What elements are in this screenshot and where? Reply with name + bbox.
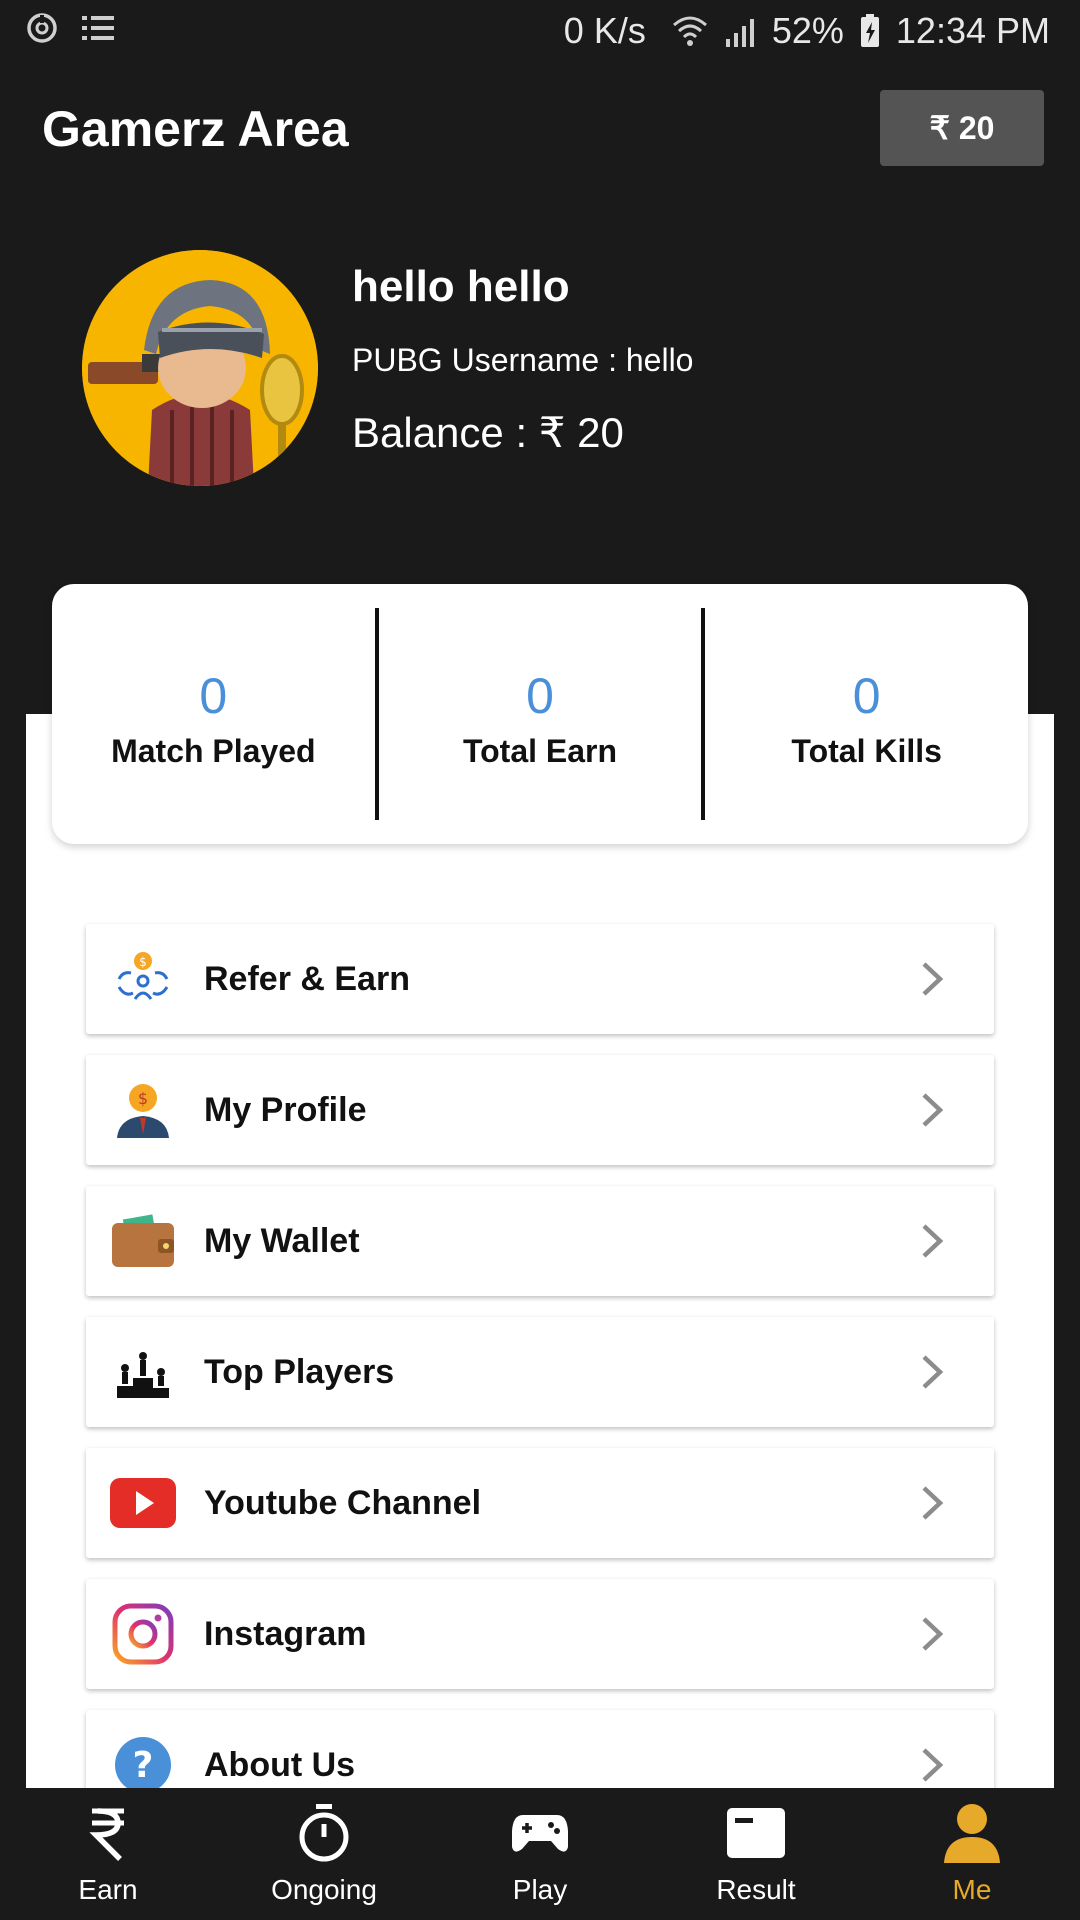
app-title: Gamerz Area (42, 101, 349, 157)
nav-label: Me (952, 1874, 992, 1905)
net-speed: 0 K/s (563, 10, 646, 51)
chevron-right-icon (922, 1355, 944, 1389)
gamepad-icon (509, 1802, 571, 1864)
menu-label: Top Players (204, 1353, 395, 1391)
signal-icon (725, 19, 754, 47)
nav-me[interactable]: Me (864, 1788, 1080, 1920)
stat-value: 0 (199, 667, 228, 724)
nav-label: Result (716, 1874, 796, 1905)
chevron-right-icon (922, 1617, 944, 1651)
list-icon (82, 16, 114, 40)
stat-label: Total Earn (462, 732, 618, 769)
menu-item-youtube[interactable]: Youtube Channel (86, 1448, 994, 1558)
stat-match-played: 0 Match Played (52, 584, 375, 844)
person-icon (941, 1802, 1003, 1864)
menu-item-my-profile[interactable]: $ My Profile (86, 1055, 994, 1165)
nav-ongoing[interactable]: Ongoing (216, 1788, 432, 1920)
menu-label: Youtube Channel (204, 1484, 482, 1522)
menu-label: Refer & Earn (204, 960, 410, 998)
wifi-icon (672, 16, 707, 46)
profile-name: hello hello (352, 262, 570, 311)
screen: 0 K/s 52% 12:34 PM Gamerz Area ₹ 20 hell… (0, 0, 1080, 1920)
nav-label: Play (512, 1874, 568, 1905)
menu-item-refer-earn[interactable]: $ Refer & Earn (86, 924, 994, 1034)
menu-item-instagram[interactable]: Instagram (86, 1579, 994, 1689)
stat-total-earn: 0 Total Earn (379, 584, 702, 844)
menu-item-top-players[interactable]: Top Players (86, 1317, 994, 1427)
youtube-icon (110, 1470, 176, 1536)
status-left (24, 10, 116, 46)
clock: 12:34 PM (895, 10, 1050, 51)
sync-icon (27, 13, 57, 43)
podium-icon (110, 1339, 176, 1405)
chevron-right-icon (922, 1224, 944, 1258)
svg-text:$: $ (138, 1089, 148, 1108)
chevron-right-icon (922, 1486, 944, 1520)
menu-label: My Wallet (204, 1222, 360, 1260)
nav-label: Ongoing (271, 1874, 377, 1905)
stat-value: 0 (852, 667, 881, 724)
stat-total-kills: 0 Total Kills (705, 584, 1028, 844)
rupee-icon (77, 1802, 139, 1864)
pubg-username: PUBG Username : hello (352, 342, 694, 378)
svg-text:?: ? (133, 1745, 154, 1786)
nav-label: Earn (78, 1874, 138, 1905)
status-bar: 0 K/s 52% 12:34 PM (0, 0, 1080, 64)
nav-earn[interactable]: Earn (0, 1788, 216, 1920)
wallet-icon (110, 1208, 176, 1274)
stopwatch-icon (293, 1802, 355, 1864)
battery-charging-icon (860, 14, 879, 47)
stat-label: Match Played (111, 732, 316, 769)
svg-text:$: $ (139, 955, 147, 969)
chevron-right-icon (922, 1093, 944, 1127)
stat-value: 0 (526, 667, 554, 724)
chevron-right-icon (922, 962, 944, 996)
pubg-character-avatar-icon (82, 250, 318, 486)
bottom-nav: Earn Ongoing Play Result Me (0, 1788, 1080, 1920)
profile-icon: $ (110, 1077, 176, 1143)
menu-item-my-wallet[interactable]: My Wallet (86, 1186, 994, 1296)
menu-label: Instagram (204, 1615, 367, 1653)
menu-label: My Profile (204, 1091, 367, 1129)
nav-play[interactable]: Play (432, 1788, 648, 1920)
menu-list: $ Refer & Earn $ My Profile My Wallet To… (86, 924, 994, 1841)
result-icon (725, 1802, 787, 1864)
wallet-balance-button[interactable]: ₹ 20 (880, 90, 1044, 166)
stat-label: Total Kills (791, 732, 942, 769)
battery-percent: 52% (771, 10, 844, 51)
instagram-icon (110, 1601, 176, 1667)
status-right: 0 K/s 52% 12:34 PM (564, 10, 1050, 52)
stats-card: 0 Match Played 0 Total Earn 0 Total Kill… (52, 584, 1028, 844)
avatar (82, 250, 318, 486)
chevron-right-icon (922, 1748, 944, 1782)
profile-balance: Balance : ₹ 20 (352, 409, 624, 456)
nav-result[interactable]: Result (648, 1788, 864, 1920)
refer-earn-icon: $ (110, 946, 176, 1012)
